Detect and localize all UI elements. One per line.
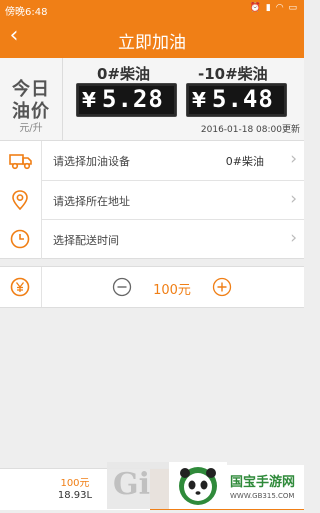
currency-symbol: ¥ — [82, 88, 96, 112]
order-form: 请选择加油设备 0#柴油 › 请选择所在地址 › 选择配送时间 › — [0, 140, 304, 259]
truck-icon — [9, 154, 32, 170]
price-display-1: ¥ 5.48 — [186, 83, 287, 117]
select-address-row[interactable]: 请选择所在地址 › — [0, 181, 304, 220]
wifi-icon: ◠ — [275, 3, 285, 13]
price-value-1: 5.48 — [212, 85, 274, 113]
watermark-url: WWW.GB315.COM — [230, 492, 295, 500]
panda-icon — [179, 467, 217, 505]
chevron-right-icon: › — [290, 149, 297, 169]
amount-value: 100元 — [153, 283, 191, 298]
watermark-site-name: 国宝手游网 — [230, 475, 296, 490]
nav-bar: ‹ 立即加油 — [0, 18, 304, 58]
signal-icon: ▮ — [265, 3, 272, 13]
currency-symbol: ¥ — [192, 88, 206, 112]
select-equipment-value: 0#柴油 — [225, 155, 264, 168]
price-panel: 今日 油价 元/升 0#柴油 ¥ 5.28 -10#柴油 ¥ 5.48 2016… — [0, 58, 304, 140]
select-delivery-time-label: 选择配送时间 — [53, 234, 119, 247]
battery-icon: ▭ — [288, 3, 298, 13]
fuel-name-0: 0#柴油 — [97, 65, 151, 83]
location-pin-icon — [12, 190, 28, 211]
clock-icon — [10, 229, 30, 249]
today-price-label: 今日 油价 元/升 — [0, 58, 63, 140]
plus-icon[interactable] — [212, 277, 232, 297]
minus-icon[interactable] — [112, 277, 132, 297]
price-unit: 元/升 — [19, 123, 43, 134]
price-display-0: ¥ 5.28 — [76, 83, 177, 117]
panda-logo — [169, 462, 227, 509]
chevron-right-icon: › — [290, 189, 297, 209]
status-time: 傍晚6:48 — [5, 7, 48, 18]
watermark: Gi 国宝手游网 WWW.GB315.COM — [107, 462, 304, 509]
fuel-name-1: -10#柴油 — [198, 65, 268, 83]
watermark-logo-left: Gi — [107, 462, 169, 509]
amount-row: 100元 — [0, 266, 304, 308]
status-icons: ⏰ ▮ ◠ ▭ — [250, 3, 298, 13]
page-title: 立即加油 — [118, 33, 186, 53]
watermark-brand: 国宝手游网 WWW.GB315.COM — [227, 465, 304, 509]
update-time: 2016-01-18 08:00更新 — [200, 125, 300, 135]
alarm-icon: ⏰ — [249, 3, 263, 13]
select-equipment-row[interactable]: 请选择加油设备 0#柴油 › — [0, 141, 304, 180]
select-address-label: 请选择所在地址 — [53, 195, 130, 208]
select-delivery-time-row[interactable]: 选择配送时间 › — [0, 220, 304, 259]
select-equipment-label: 请选择加油设备 — [53, 155, 130, 168]
price-value-0: 5.28 — [102, 85, 164, 113]
chevron-right-icon: › — [290, 228, 297, 248]
yen-icon — [10, 277, 30, 297]
status-bar: 傍晚6:48 ⏰ ▮ ◠ ▭ — [0, 0, 304, 18]
